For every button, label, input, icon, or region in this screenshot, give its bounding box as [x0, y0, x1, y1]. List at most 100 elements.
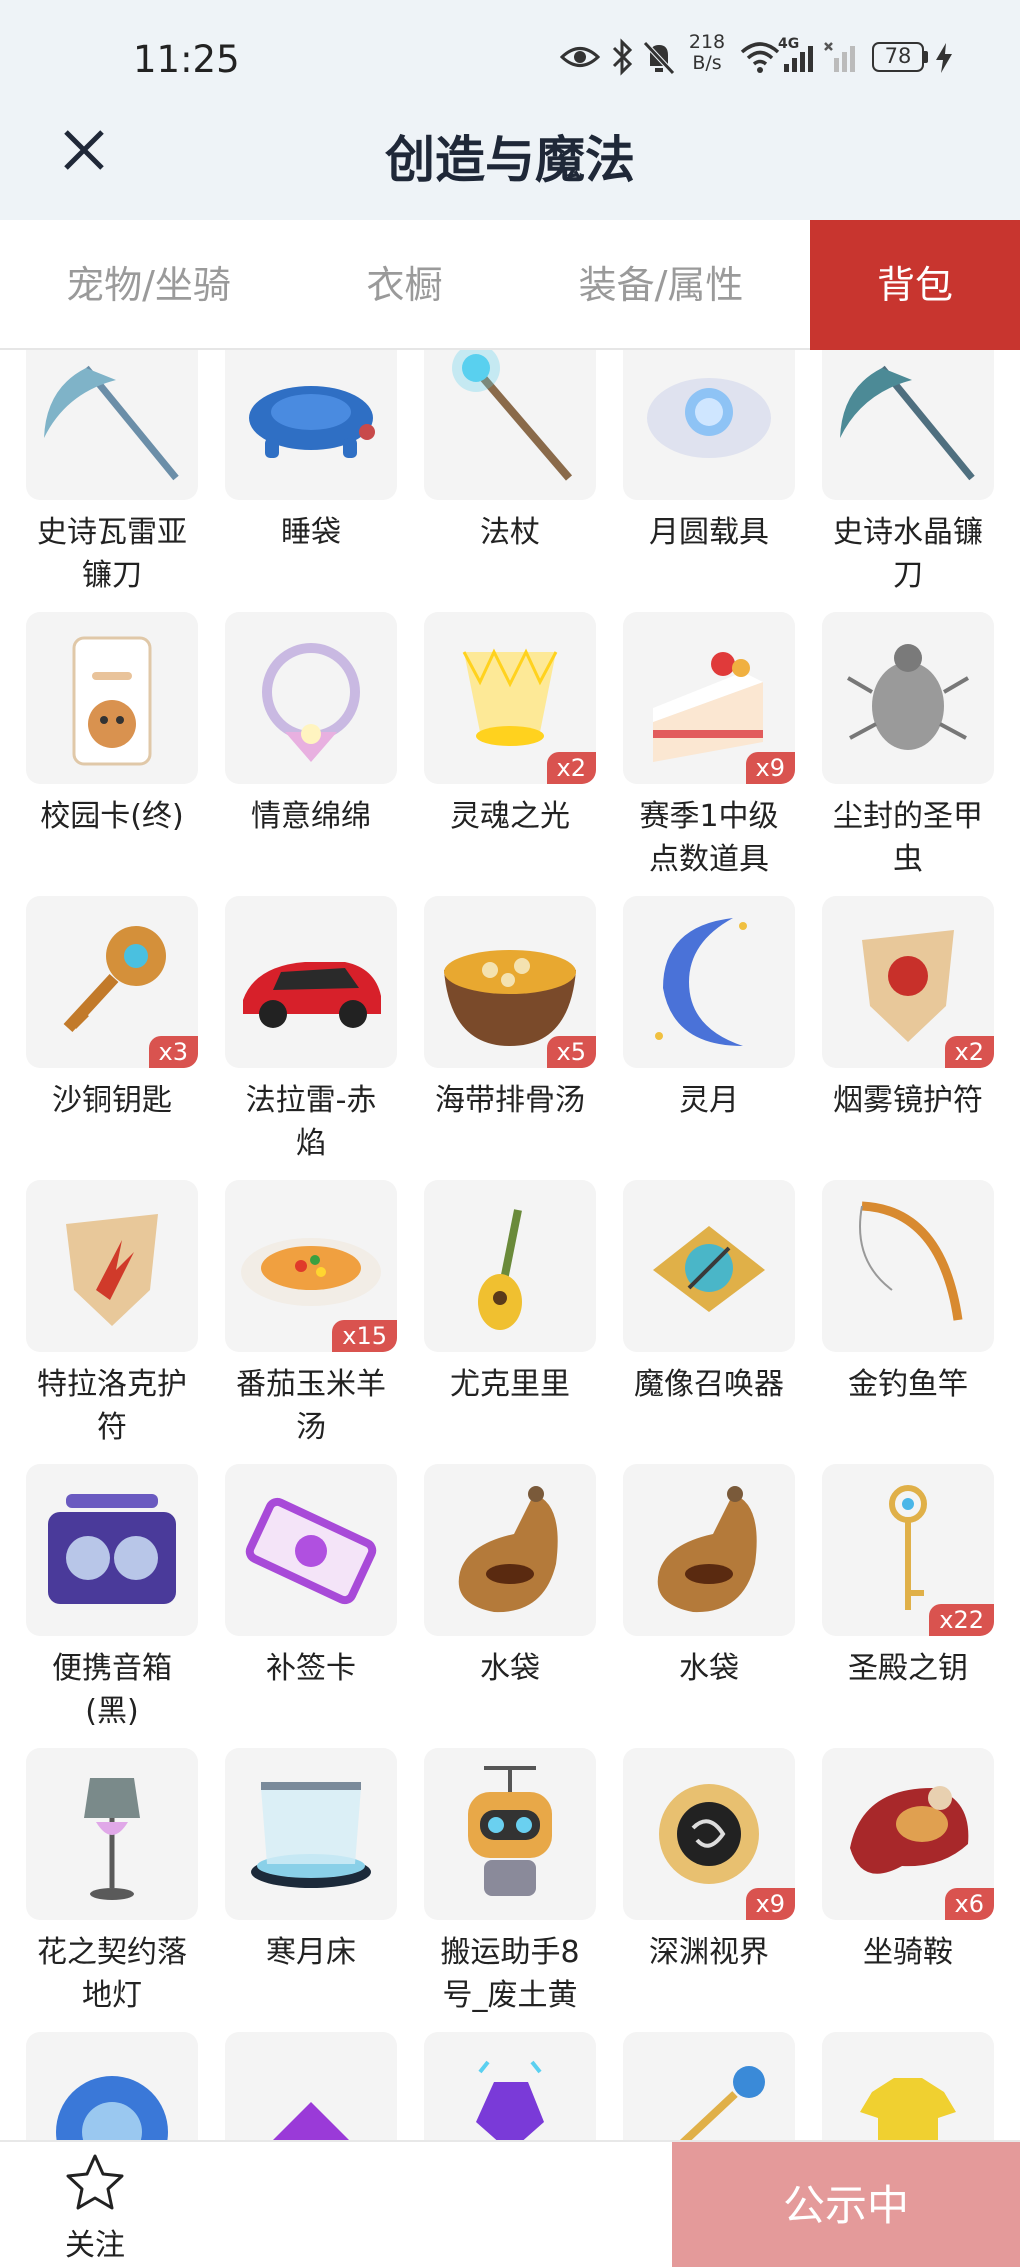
item-label-line: 海带排骨汤 — [435, 1083, 585, 1118]
tab-equipment[interactable]: 装备/属性 — [512, 220, 810, 350]
item-thumb — [623, 350, 795, 500]
item-label: 便携音箱 (黑) — [12, 1647, 212, 1733]
item-thumb: x6 — [822, 1748, 994, 1920]
item-thumb — [26, 1748, 198, 1920]
item-thumb: x5 — [424, 896, 596, 1068]
tab-bar: 宠物/坐骑 衣橱 装备/属性 背包 — [0, 220, 1020, 350]
crystal-scythe-icon — [840, 365, 975, 481]
item-label: 沙铜钥匙 — [12, 1079, 212, 1122]
item-label-line: 沙铜钥匙 — [52, 1083, 172, 1118]
item-thumb — [424, 1748, 596, 1920]
item-thumb — [822, 612, 994, 784]
yellow-shirt-icon — [860, 2078, 956, 2140]
item-label: 校园卡(终) — [12, 795, 212, 838]
item-label: 深渊视界 — [609, 1931, 809, 1974]
item-thumb: x2 — [822, 896, 994, 1068]
item-label: 灵月 — [609, 1079, 809, 1122]
item-label-line: 花之契约落 — [37, 1935, 187, 1970]
item-label-line: 烟雾镜护符 — [833, 1083, 983, 1118]
item-label-line: (黑) — [85, 1694, 139, 1729]
item-label-line: 焰 — [296, 1126, 326, 1161]
charging-icon — [936, 43, 952, 73]
item-label-line: 金钓鱼竿 — [848, 1367, 968, 1402]
scythe-icon — [44, 365, 179, 481]
item-label: 搬运助手8 号_废土黄 — [410, 1931, 610, 2017]
mute-bell-icon — [643, 41, 675, 75]
item-thumb — [822, 1180, 994, 1352]
item-label-line: 史诗水晶镰 — [833, 515, 983, 550]
item-thumb: x9 — [623, 1748, 795, 1920]
item-label-line: 地灯 — [82, 1978, 142, 2013]
item-thumb — [225, 896, 397, 1068]
item-label: 水袋 — [410, 1647, 610, 1690]
qty-badge: x15 — [332, 1320, 397, 1352]
follow-label: 关注 — [65, 2228, 125, 2263]
item-thumb — [424, 350, 596, 500]
item-label: 睡袋 — [211, 511, 411, 554]
item-thumb: x9 — [623, 612, 795, 784]
item-thumb — [822, 350, 994, 500]
item-label-line: 补签卡 — [266, 1651, 356, 1686]
bottom-bar: 关注 公示中 — [0, 2140, 1020, 2267]
header: 创造与魔法 — [0, 120, 1020, 220]
public-status-button[interactable]: 公示中 — [672, 2142, 1020, 2267]
wifi-icon — [740, 42, 780, 73]
item-thumb — [26, 350, 198, 500]
item-label-line: 便携音箱 — [52, 1651, 172, 1686]
ukulele-icon — [478, 1209, 522, 1330]
item-label-line: 法杖 — [480, 515, 540, 550]
item-label: 情意绵绵 — [211, 795, 411, 838]
item-label: 坐骑鞍 — [808, 1931, 1008, 1974]
item-thumb — [26, 1464, 198, 1636]
item-label-line: 坐骑鞍 — [863, 1935, 953, 1970]
status-time: 11:25 — [133, 38, 240, 81]
qty-badge: x6 — [944, 1888, 994, 1920]
item-label: 海带排骨汤 — [410, 1079, 610, 1122]
item-label: 番茄玉米羊汤 — [211, 1363, 411, 1449]
item-label: 史诗水晶镰刀 — [808, 511, 1008, 597]
tab-backpack[interactable]: 背包 — [810, 220, 1020, 350]
item-label-line: 睡袋 — [281, 515, 341, 550]
item-thumb — [623, 2032, 795, 2140]
item-thumb — [623, 896, 795, 1068]
sleeping-bag-icon — [249, 386, 375, 458]
campus-card-icon — [72, 636, 152, 766]
tab-pets-mounts[interactable]: 宠物/坐骑 — [0, 220, 297, 350]
item-label: 烟雾镜护符 — [808, 1079, 1008, 1122]
item-label-line: 情意绵绵 — [251, 799, 371, 834]
item-label-line: 史诗瓦雷亚 — [37, 515, 187, 550]
item-label-line: 法拉雷-赤 — [245, 1083, 377, 1118]
item-thumb — [26, 2032, 198, 2140]
tab-wardrobe[interactable]: 衣橱 — [297, 220, 512, 350]
follow-button[interactable]: 关注 — [40, 2152, 150, 2263]
star-icon — [66, 2154, 124, 2210]
item-label: 魔像召唤器 — [609, 1363, 809, 1406]
item-label: 特拉洛克护符 — [12, 1363, 212, 1449]
item-label: 法杖 — [410, 511, 610, 554]
water-bag-icon — [458, 1486, 558, 1613]
battery-tip — [924, 51, 928, 63]
item-label-line: 寒月床 — [266, 1935, 356, 1970]
item-label-line: 特拉洛克护 — [37, 1367, 187, 1402]
status-bar: 11:25 218 B/s 4G 78 — [0, 0, 1020, 120]
qty-badge: x2 — [546, 752, 596, 784]
speaker-icon — [48, 1494, 176, 1604]
item-label-line: 汤 — [296, 1410, 326, 1445]
item-label-line: 灵魂之光 — [450, 799, 570, 834]
signal-icon — [784, 46, 813, 72]
purple-crystal-icon — [273, 2102, 349, 2140]
item-thumb — [26, 612, 198, 784]
item-label-line: 号_废土黄 — [442, 1978, 578, 2013]
item-thumb — [424, 2032, 596, 2140]
item-thumb: x3 — [26, 896, 198, 1068]
purple-gem-icon — [476, 2060, 544, 2140]
golem-summoner-icon — [653, 1226, 765, 1312]
item-label: 水袋 — [609, 1647, 809, 1690]
qty-badge: x9 — [745, 752, 795, 784]
status-icons: 218 B/s 4G 78 — [560, 32, 980, 86]
item-label-line: 月圆载具 — [649, 515, 769, 550]
item-label-line: 符 — [97, 1410, 127, 1445]
qty-badge: x5 — [546, 1036, 596, 1068]
crescent-moon-icon — [655, 918, 747, 1046]
item-thumb — [225, 612, 397, 784]
